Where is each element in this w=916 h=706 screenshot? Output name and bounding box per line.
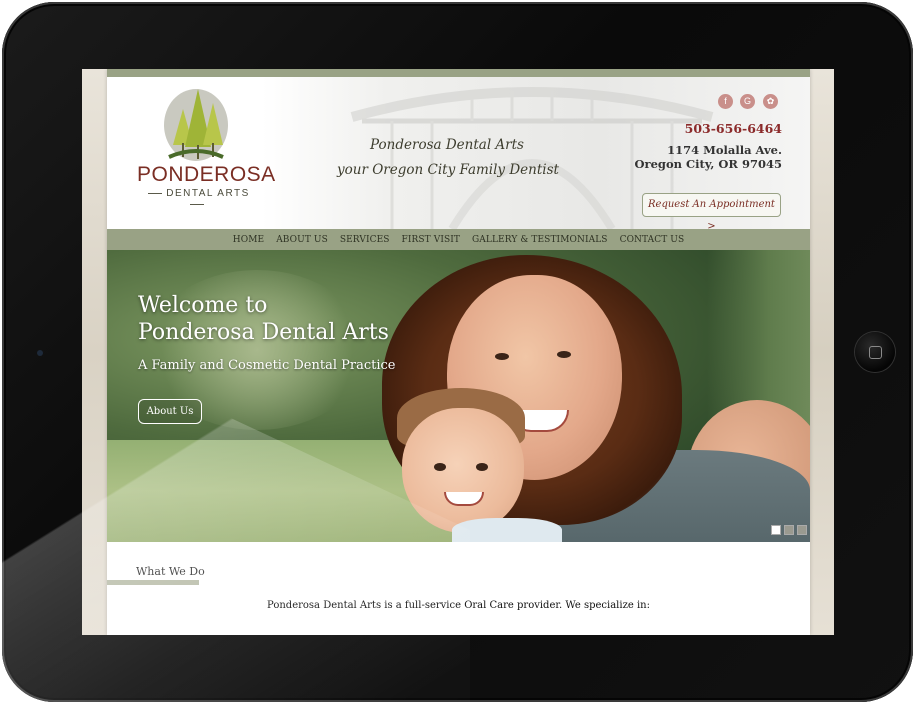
screen: PONDEROSA DENTAL ARTS Ponderosa Dental A… [82,69,834,635]
hero-slider: Welcome to Ponderosa Dental Arts A Famil… [107,250,810,542]
hero-photo-baby-shirt [452,518,562,542]
address-city: Oregon City, OR 97045 [634,157,782,171]
hero-title-line1: Welcome to [138,293,268,318]
camera-icon [37,350,43,356]
slide-dot-1[interactable] [771,525,781,535]
google-icon[interactable]: G [740,94,755,109]
nav-gallery-testimonials[interactable]: GALLERY & TESTIMONIALS [466,235,614,245]
main-navigation: HOME ABOUT US SERVICES FIRST VISIT GALLE… [107,229,810,250]
home-button[interactable] [855,332,895,372]
tagline-family-dentist: your Oregon City Family Dentist [337,162,559,178]
facebook-icon[interactable]: f [718,94,733,109]
eye [557,351,571,358]
phone-number[interactable]: 503-656-6464 [685,121,782,136]
top-accent-bar [107,69,810,77]
home-square-icon [869,346,882,359]
pine-trees-logo-icon [164,89,228,161]
nav-contact-us[interactable]: CONTACT US [614,235,691,245]
about-us-button[interactable]: About Us [138,399,202,424]
eye [495,353,509,360]
nav-home[interactable]: HOME [227,235,270,245]
logo-subtitle: DENTAL ARTS [137,188,257,210]
eye [434,463,446,471]
nav-first-visit[interactable]: FIRST VISIT [396,235,466,245]
hero-photo-baby-face [402,408,524,533]
yelp-icon[interactable]: ✿ [763,94,778,109]
tagline-practice-name: Ponderosa Dental Arts [370,137,524,153]
address-street: 1174 Molalla Ave. [667,143,782,157]
hero-subtitle: A Family and Cosmetic Dental Practice [138,358,396,373]
background-right [810,69,834,635]
request-appointment-button[interactable]: Request An Appointment > [642,193,781,229]
nav-services[interactable]: SERVICES [334,235,396,245]
site-header: PONDEROSA DENTAL ARTS Ponderosa Dental A… [107,77,810,229]
section-underline [107,580,199,585]
background-left [82,69,107,635]
slide-dot-3[interactable] [797,525,807,535]
logo-wordmark[interactable]: PONDEROSA [137,163,275,187]
smile [444,492,484,506]
hero-title-line2: Ponderosa Dental Arts [138,320,389,345]
slide-dot-2[interactable] [784,525,794,535]
eye [476,463,488,471]
section-title: What We Do [136,565,205,578]
nav-about-us[interactable]: ABOUT US [270,235,334,245]
intro-text: Ponderosa Dental Arts is a full-service … [267,600,650,611]
web-page: PONDEROSA DENTAL ARTS Ponderosa Dental A… [107,69,810,635]
